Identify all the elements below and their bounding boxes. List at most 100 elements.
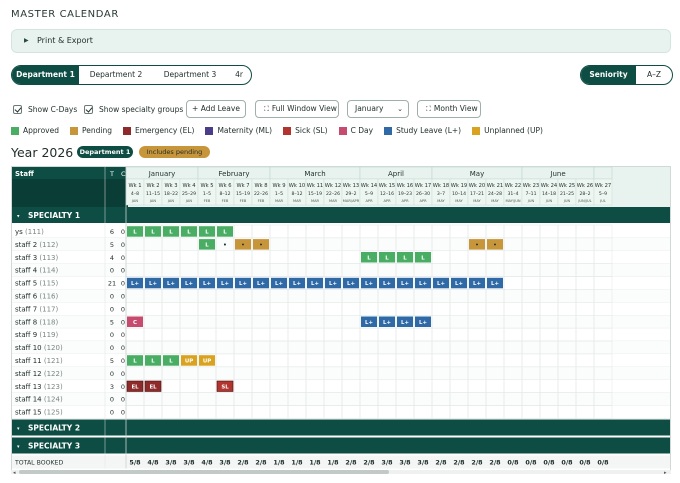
leave-code: L+ [473,281,481,287]
month-select[interactable]: January ⌄ [347,100,409,118]
staff-name-text: staff 7 [15,305,39,313]
staff-header: Staff [15,170,34,178]
week-dates: 4–8 [131,191,139,197]
week-dates: 17–21 [470,191,484,197]
week-label: Wk 19 [451,183,467,189]
leave-code: L+ [221,281,229,287]
print-export-panel[interactable]: ▶ Print & Export [11,29,671,53]
full-window-button[interactable]: ⛶ Full Window View [255,100,339,118]
week-label: Wk 4 [182,183,196,189]
week-month: JUN [527,199,535,203]
leave-code: EL [149,384,157,390]
expand-icon: ⛶ [426,105,431,113]
staff-id: (111) [25,228,44,236]
week-month: FEB [240,199,247,203]
leave-code: L+ [383,320,391,326]
week-label: Wk 21 [487,183,503,189]
staff-cdays: 0 [121,409,125,417]
week-dates: 8–12 [291,191,302,197]
staff-name: staff 3 (113) [15,254,59,262]
staff-total: 21 [108,280,116,288]
week-dates: 31–4 [507,191,518,197]
staff-cdays: 0 [121,267,125,275]
staff-total: 0 [110,305,114,313]
legend-label: Unplanned (UP) [484,126,543,135]
total-cell: 1/8 [327,459,339,467]
leave-code: L [151,359,155,365]
staff-id: (114) [39,267,58,275]
month-view-button[interactable]: ⛶ Month View [417,100,481,118]
leave-code: L [385,255,389,261]
total-cell: 2/8 [489,459,501,467]
leave-code: • [259,243,262,249]
staff-id: (121) [44,357,63,365]
checkbox-checked-icon[interactable] [84,104,93,114]
week-label: Wk 23 [523,183,539,189]
legend-swatch [122,126,131,135]
legend-swatch [338,126,347,135]
leave-code: L+ [275,281,283,287]
specialty-3-band [12,437,670,454]
week-month: MAR [293,199,302,203]
staff-name: staff 15 (125) [15,409,63,417]
month-header-cell [593,167,613,180]
staff-id: (117) [39,305,58,313]
sort-seniority[interactable]: Seniority [581,66,636,84]
show-c-days-toggle[interactable]: Show C-Days [13,101,77,117]
specialty-1-band [12,207,670,223]
week-label: Wk 17 [415,183,431,189]
leave-code: L [187,230,191,236]
horizontal-scrollbar[interactable]: ◂ ▸ [11,469,671,475]
legend-item: Emergency (EL) [122,126,195,135]
staff-total: 0 [110,293,114,301]
leave-code: L+ [491,281,499,287]
week-dates: 21–25 [560,191,574,197]
week-label: Wk 16 [397,183,413,189]
week-label: Wk 7 [236,183,249,189]
legend-swatch [283,126,292,135]
staff-total: 0 [110,409,114,417]
leave-code: L+ [167,281,175,287]
tab-department-1[interactable]: Department 1 [12,66,79,84]
leave-code: L+ [239,281,247,287]
week-dates: 26–30 [416,191,430,197]
legend: Approved Pending Emergency (EL) Maternity (… [11,125,554,136]
staff-name-text: staff 4 [15,267,39,275]
staff-name-text: staff 11 [15,357,44,365]
week-label: Wk 27 [595,183,611,189]
legend-label: Emergency (EL) [134,126,195,135]
tab-department-2[interactable]: Department 2 [79,66,153,84]
leave-code: • [475,243,478,249]
leave-code: L+ [329,281,337,287]
total-cell: 2/8 [453,459,465,467]
staff-id: (120) [44,344,63,352]
week-dates: 10–14 [452,191,466,197]
tab-department-3[interactable]: Department 3 [153,66,227,84]
week-label: Wk 12 [325,183,341,189]
checkbox-checked-icon[interactable] [13,104,22,114]
legend-item: Sick (SL) [283,126,328,135]
total-cell: 2/8 [237,459,249,467]
total-cell: 3/8 [165,459,177,467]
total-cell: 3/8 [183,459,195,467]
tab-department-4[interactable]: 4r [227,66,251,84]
week-month: APR [419,199,427,203]
staff-name: staff 14 (124) [15,396,63,404]
staff-total: 0 [110,396,114,404]
staff-total: 0 [110,267,114,275]
sort-a-z[interactable]: A–Z [636,66,672,84]
leave-code: SL [221,384,229,390]
add-leave-button[interactable]: + Add Leave [186,100,246,118]
show-specialty-toggle[interactable]: Show specialty groups [84,101,183,117]
staff-id: (116) [39,293,58,301]
leave-code: L+ [185,281,193,287]
week-label: Wk 1 [128,183,141,189]
leave-code: L [169,359,173,365]
staff-id: (124) [44,396,63,404]
total-label: TOTAL BOOKED [14,460,63,467]
week-label: Wk 8 [254,183,267,189]
month-label: February [218,170,249,178]
total-cell: 3/8 [399,459,411,467]
staff-cdays: 0 [121,293,125,301]
week-month: MAY [455,199,463,203]
